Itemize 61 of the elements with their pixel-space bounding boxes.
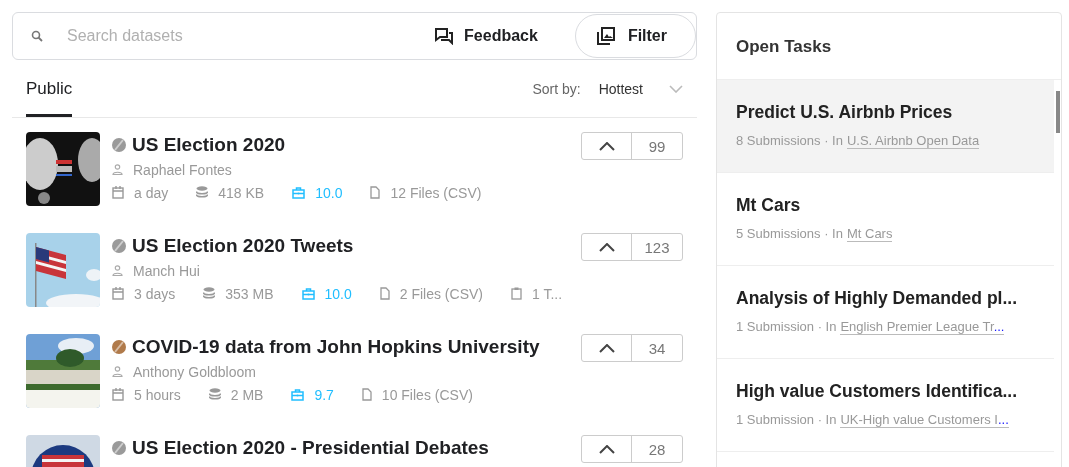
file-count: 2 Files (CSV)	[399, 285, 483, 302]
task-title: High value Customers Identifica...	[736, 381, 1019, 402]
file-count: 10 Files (CSV)	[381, 386, 473, 403]
briefcase-icon	[301, 287, 315, 300]
file-icon	[379, 287, 390, 300]
database-icon	[208, 388, 221, 401]
vote-count: 28	[647, 439, 667, 460]
dataset-link[interactable]: English Premier League Tr...	[840, 319, 1005, 335]
submission-count: 1 Submission · In	[736, 319, 837, 335]
dataset-link[interactable]: UK-High value Customers I...	[840, 412, 1009, 428]
dataset-size: 353 MB	[225, 285, 274, 302]
briefcase-icon	[292, 186, 306, 199]
chevron-up-icon	[598, 141, 615, 151]
dataset-title[interactable]: COVID-19 data from John Hopkins University	[132, 336, 540, 358]
submission-count: 1 Submission · In	[736, 412, 837, 428]
chevron-up-icon	[598, 242, 615, 252]
task-title: Mt Cars	[736, 195, 802, 216]
updated-time: 5 hours	[134, 386, 181, 403]
search-icon	[31, 30, 43, 42]
person-icon	[112, 164, 123, 175]
calendar-icon	[112, 186, 124, 199]
person-icon	[112, 265, 123, 276]
updated-time: 3 days	[134, 285, 176, 302]
clipboard-icon	[511, 287, 522, 300]
submission-count: 5 Submissions · In	[736, 226, 843, 242]
chat-icon	[434, 27, 455, 45]
dataset-size: 2 MB	[230, 386, 264, 403]
database-icon	[196, 186, 209, 199]
calendar-icon	[112, 388, 124, 401]
image-stack-icon	[595, 26, 616, 46]
vote-count: 123	[643, 237, 671, 258]
task-title: Predict U.S. Airbnb Prices	[736, 102, 954, 123]
task-count: 1 T...	[532, 285, 563, 302]
briefcase-icon	[291, 388, 305, 401]
feedback-button[interactable]: Feedback	[434, 27, 538, 45]
file-icon	[361, 388, 372, 401]
person-icon	[112, 366, 123, 377]
vote-count: 99	[647, 136, 667, 157]
task-title: Analysis of Highly Demanded pl...	[736, 288, 1019, 309]
submission-count: 8 Submissions · In	[736, 133, 843, 149]
database-icon	[203, 287, 216, 300]
chevron-up-icon	[598, 343, 615, 353]
task-item[interactable]: Predict U.S. Airbnb Prices 8 Submissions · In U.S. Airbnb Open Data	[717, 80, 1054, 173]
sort-label: Sort by:	[532, 80, 581, 97]
dataset-title[interactable]: US Election 2020 - Presidential Debates	[132, 437, 489, 459]
usability-score: 9.7	[314, 386, 334, 403]
file-count: 12 Files (CSV)	[390, 184, 482, 201]
dataset-size: 418 KB	[218, 184, 265, 201]
updated-time: a day	[134, 184, 169, 201]
tab[interactable]: Public	[26, 60, 73, 117]
scrollbar[interactable]	[1056, 91, 1060, 133]
file-icon	[370, 186, 381, 199]
calendar-icon	[112, 287, 124, 300]
usability-score: 10.0	[324, 285, 352, 302]
dataset-title[interactable]: US Election 2020 Tweets	[132, 235, 354, 257]
sort-dropdown[interactable]: Hottest	[598, 80, 683, 97]
chevron-up-icon	[598, 444, 615, 454]
vote-count: 34	[647, 338, 667, 359]
dataset-title[interactable]: US Election 2020	[132, 134, 286, 156]
usability-score: 10.0	[315, 184, 343, 201]
chevron-down-icon	[669, 84, 683, 93]
